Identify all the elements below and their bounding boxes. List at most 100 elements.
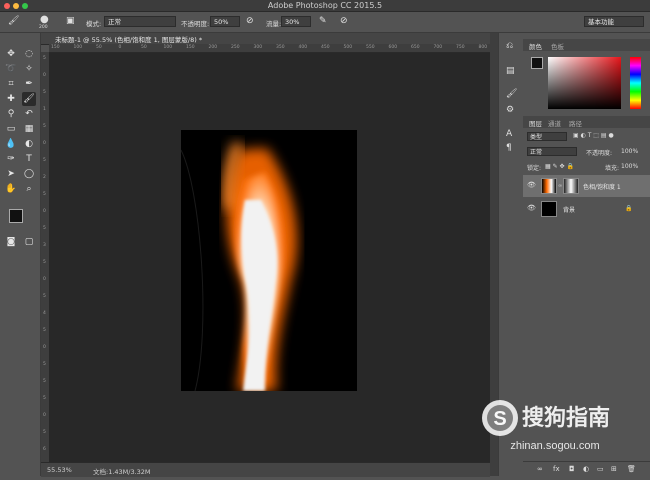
mode-select[interactable]: 正常 xyxy=(104,16,176,27)
document-canvas[interactable] xyxy=(181,130,357,391)
watermark-url: zhinan.sogou.com xyxy=(510,440,600,452)
hue-slider[interactable] xyxy=(630,57,641,109)
hand-tool-icon[interactable]: ✋ xyxy=(4,182,18,196)
ruler-tick-label: 500 xyxy=(343,45,353,50)
panel-foreground-swatch[interactable] xyxy=(531,57,543,69)
ruler-tick-label: 0 xyxy=(118,45,122,50)
ruler-tick-label: 150 xyxy=(51,45,60,50)
ruler-tick-label: 5 xyxy=(43,430,46,435)
properties-panel-icon[interactable]: ▤ xyxy=(506,66,515,76)
layer-filter-value: 类型 xyxy=(530,134,543,141)
layer-mask-thumbnail[interactable] xyxy=(563,178,579,194)
tab-layers[interactable]: 图层 xyxy=(529,118,542,128)
filter-icons[interactable]: ▣ ◐ T ⬚ ▤ ● xyxy=(573,132,614,139)
lasso-tool-icon[interactable]: ➰ xyxy=(4,62,18,76)
fill-value[interactable]: 100% xyxy=(621,163,638,170)
ruler-tick-label: 4 xyxy=(43,311,46,316)
lock-icons[interactable]: ▦ ✎ ✥ 🔒 xyxy=(545,163,574,170)
path-selection-icon[interactable]: ➤ xyxy=(4,167,18,181)
brush-size-label: 200 xyxy=(39,25,48,30)
character-panel-icon[interactable]: A xyxy=(506,129,512,139)
document-size: 文档:1.43M/3.32M xyxy=(93,468,151,476)
ruler-tick-label: 750 xyxy=(456,45,465,50)
opacity-input[interactable]: 50% xyxy=(210,16,240,27)
ruler-tick-label: 6 xyxy=(43,447,46,452)
flow-input[interactable]: 30% xyxy=(281,16,311,27)
ruler-tick-label: 5 xyxy=(43,260,46,265)
ruler-tick-label: 300 xyxy=(253,45,263,50)
dodge-tool-icon[interactable]: ◐ xyxy=(22,137,36,151)
healing-brush-icon[interactable]: ✚ xyxy=(4,92,18,106)
tab-paths[interactable]: 路径 xyxy=(569,118,582,128)
eraser-icon[interactable]: ▭ xyxy=(4,122,18,136)
layer-row[interactable]: 👁 背景 🔒 xyxy=(523,198,650,220)
ruler-tick-label: 5 xyxy=(43,56,46,61)
ruler-tick-label: 550 xyxy=(366,45,375,50)
quick-mask-icon[interactable]: ◙ xyxy=(4,235,18,249)
pressure-opacity-icon[interactable]: ⊘ xyxy=(246,16,254,26)
brush-tool-icon[interactable]: 🖌 xyxy=(8,16,19,26)
ruler-tick-label: 350 xyxy=(276,45,285,50)
layer-opacity-value[interactable]: 100% xyxy=(621,148,638,155)
zoom-level[interactable]: 55.53% xyxy=(47,466,72,474)
ruler-tick-label: 1 xyxy=(43,107,46,112)
eyedropper-icon[interactable]: ✒ xyxy=(22,77,36,91)
ruler-tick-label: 650 xyxy=(411,45,420,50)
watermark: S 搜狗指南 zhinan.sogou.com xyxy=(470,388,650,476)
ruler-tick-label: 5 xyxy=(43,192,46,197)
gradient-icon[interactable]: ▦ xyxy=(22,122,36,136)
paragraph-panel-icon[interactable]: ¶ xyxy=(506,143,512,153)
ruler-tick-label: 5 xyxy=(43,379,46,384)
layer-row[interactable]: 👁 ∞ 色相/饱和度 1 xyxy=(523,175,650,197)
ruler-tick-label: 3 xyxy=(43,243,46,248)
mode-label: 模式: xyxy=(86,20,102,28)
brush-tool-icon[interactable]: 🖌 xyxy=(22,92,36,106)
tab-swatches[interactable]: 色板 xyxy=(551,41,564,51)
lock-icon: 🔒 xyxy=(625,205,633,212)
visibility-eye-icon[interactable]: 👁 xyxy=(527,181,536,189)
history-brush-icon[interactable]: ↶ xyxy=(22,107,36,121)
brush-preset-icon[interactable]: ● xyxy=(40,14,49,25)
layer-name: 背景 xyxy=(563,207,576,214)
tab-channels[interactable]: 通道 xyxy=(548,118,561,128)
link-icon[interactable]: ∞ xyxy=(558,183,562,189)
ruler-tick-label: 100 xyxy=(73,45,83,50)
document-tab-title: 未标题-1 @ 55.5% (色相/饱和度 1, 图层蒙版/8) * xyxy=(55,36,203,44)
layers-panel-header: 图层 通道 路径 xyxy=(523,116,650,128)
ruler-tick-label: 400 xyxy=(298,45,308,50)
visibility-eye-icon[interactable]: 👁 xyxy=(527,204,536,212)
type-tool-icon[interactable]: T xyxy=(22,152,36,166)
fill-label: 填充: xyxy=(605,165,620,172)
layer-filter-select[interactable]: 类型 xyxy=(527,132,567,141)
horizontal-ruler: 150 100 50 0 50 100 150 200 250 300 350 400 450 500 55… xyxy=(49,44,490,53)
zoom-tool-icon[interactable]: ⌕ xyxy=(22,182,36,196)
history-panel-icon[interactable]: ⎌ xyxy=(506,41,513,51)
brush-panel-icon[interactable]: ▣ xyxy=(66,16,75,26)
status-bar: 55.53% 文档:1.43M/3.32M xyxy=(41,462,490,477)
magic-wand-icon[interactable]: ✧ xyxy=(22,62,36,76)
foreground-color-swatch[interactable] xyxy=(9,209,23,223)
pen-tool-icon[interactable]: ✑ xyxy=(4,152,18,166)
ruler-tick-label: 200 xyxy=(208,45,218,50)
brush-settings-icon[interactable]: 🖌 xyxy=(506,89,517,99)
shape-tool-icon[interactable]: ◯ xyxy=(22,167,36,181)
blur-tool-icon[interactable]: 💧 xyxy=(4,137,18,151)
flow-label: 流量: xyxy=(266,20,282,28)
adjustment-layer-thumbnail xyxy=(541,178,557,194)
move-tool-icon[interactable]: ✥ xyxy=(4,47,18,61)
marquee-tool-icon[interactable]: ◌ xyxy=(22,47,36,61)
clone-stamp-icon[interactable]: ⚲ xyxy=(4,107,18,121)
tab-color[interactable]: 颜色 xyxy=(529,41,542,51)
ruler-tick-label: 5 xyxy=(43,362,46,367)
crop-tool-icon[interactable]: ⌗ xyxy=(4,77,18,91)
adjustments-panel-icon[interactable]: ⚙ xyxy=(506,105,514,115)
blend-mode-select[interactable]: 正常 xyxy=(527,147,577,156)
color-field[interactable] xyxy=(548,57,621,109)
pressure-size-icon[interactable]: ⊘ xyxy=(340,16,348,26)
ruler-tick-label: 0 xyxy=(43,141,46,146)
airbrush-icon[interactable]: ✎ xyxy=(319,16,327,26)
ruler-tick-label: 50 xyxy=(96,45,102,50)
screen-mode-icon[interactable]: ▢ xyxy=(22,235,36,249)
ruler-tick-label: 450 xyxy=(321,45,330,50)
workspace-select[interactable]: 基本功能 xyxy=(584,16,644,27)
